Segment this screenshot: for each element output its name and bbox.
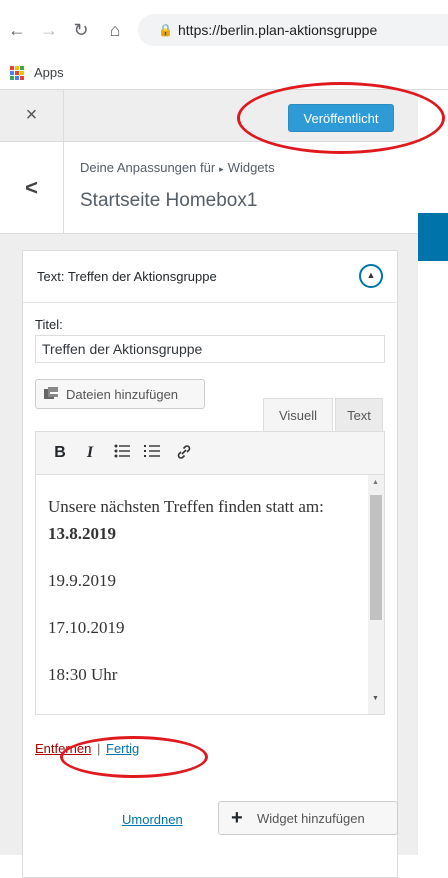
reorder-link[interactable]: Umordnen — [122, 812, 183, 827]
home-icon[interactable]: ⌂ — [104, 20, 126, 40]
editor-content[interactable]: Unsere nächsten Treffen finden statt am:… — [48, 493, 360, 708]
apps-grid-icon[interactable] — [10, 66, 24, 80]
apps-grid-dot — [10, 76, 14, 80]
apps-grid-dot — [10, 66, 14, 70]
scroll-thumb[interactable] — [370, 495, 382, 620]
add-media-button[interactable]: Dateien hinzufügen — [35, 379, 205, 409]
editor-date-3: 17.10.2019 — [48, 618, 125, 637]
add-widget-label: Widget hinzufügen — [257, 811, 365, 826]
back-chevron-icon[interactable]: < — [0, 142, 64, 233]
preview-blue-strip — [418, 213, 448, 261]
editor-time: 18:30 Uhr — [48, 665, 118, 684]
bold-icon[interactable]: B — [50, 444, 70, 462]
breadcrumb-arrow-icon: ▸ — [219, 164, 224, 174]
widget-top-bar[interactable]: Text: Treffen der Aktionsgruppe ▲ — [23, 251, 397, 303]
section-header: < Deine Anpassungen für ▸ Widgets Startsei… — [0, 142, 418, 234]
nav-row: ← → ↻ ⌂ 🔒 https://berlin.plan-aktionsgru… — [0, 10, 448, 50]
editor-area[interactable]: Unsere nächsten Treffen finden statt am:… — [35, 475, 385, 715]
back-arrow-icon[interactable]: ← — [6, 20, 28, 40]
forward-arrow-icon[interactable]: → — [38, 20, 60, 40]
annotation-circle-done — [60, 736, 208, 778]
editor-date-2: 19.9.2019 — [48, 571, 116, 590]
reload-icon[interactable]: ↻ — [70, 20, 92, 40]
close-icon[interactable]: × — [0, 90, 64, 141]
lock-icon: 🔒 — [158, 23, 173, 37]
scroll-up-icon[interactable]: ▲ — [372, 479, 379, 486]
editor-intro: Unsere nächsten Treffen finden statt am: — [48, 497, 324, 516]
italic-icon[interactable]: I — [80, 444, 100, 462]
apps-grid-dot — [15, 71, 19, 75]
text-widget: Text: Treffen der Aktionsgruppe ▲ Titel:… — [22, 250, 398, 878]
media-icon — [44, 387, 58, 399]
scroll-down-icon[interactable]: ▼ — [372, 695, 379, 702]
date-bold-text: 13.8.2019 — [48, 524, 116, 543]
add-media-label: Dateien hinzufügen — [66, 387, 179, 402]
apps-bookmark-label[interactable]: Apps — [34, 65, 64, 80]
annotation-circle-publish — [237, 82, 445, 154]
editor-toolbar: B I — [35, 431, 385, 475]
widget-title: Text: Treffen der Aktionsgruppe — [37, 269, 217, 284]
section-title: Startseite Homebox1 — [80, 190, 258, 211]
link-svg — [177, 445, 191, 459]
breadcrumb-target: Widgets — [227, 160, 275, 175]
link-icon[interactable] — [174, 444, 194, 465]
apps-grid-dot — [20, 76, 24, 80]
apps-grid-dot — [20, 66, 24, 70]
editor-scrollbar[interactable]: ▲ ▼ — [368, 475, 384, 714]
apps-grid-dot — [15, 66, 19, 70]
tab-text[interactable]: Text — [335, 398, 383, 431]
plus-icon: + — [231, 807, 243, 829]
title-input[interactable] — [35, 335, 385, 363]
widget-title-prefix: Text: — [37, 269, 65, 284]
title-field-label: Titel: — [35, 317, 63, 332]
numbered-list-svg — [144, 445, 160, 457]
collapse-toggle-icon[interactable]: ▲ — [359, 264, 383, 288]
editor-date-bold: 13.8.2019 — [48, 520, 360, 547]
breadcrumb: Deine Anpassungen für ▸ Widgets — [80, 160, 275, 175]
apps-grid-dot — [20, 71, 24, 75]
customizer-pane: × Veröffentlicht < Deine Anpassungen für… — [0, 90, 418, 878]
apps-grid-dot — [15, 76, 19, 80]
bullet-list-icon[interactable] — [112, 444, 132, 463]
address-bar[interactable]: 🔒 https://berlin.plan-aktionsgruppe — [138, 14, 448, 46]
preview-area — [418, 90, 448, 855]
breadcrumb-prefix: Deine Anpassungen für — [80, 160, 216, 175]
numbered-list-icon[interactable] — [142, 444, 162, 463]
browser-toolbar: ← → ↻ ⌂ 🔒 https://berlin.plan-aktionsgru… — [0, 0, 448, 64]
add-widget-button[interactable]: + Widget hinzufügen — [218, 801, 398, 835]
widget-title-name: Treffen der Aktionsgruppe — [67, 269, 217, 284]
bullet-list-svg — [114, 444, 130, 458]
url-text: https://berlin.plan-aktionsgruppe — [178, 22, 378, 38]
apps-grid-dot — [10, 71, 14, 75]
tab-visual[interactable]: Visuell — [263, 398, 333, 431]
